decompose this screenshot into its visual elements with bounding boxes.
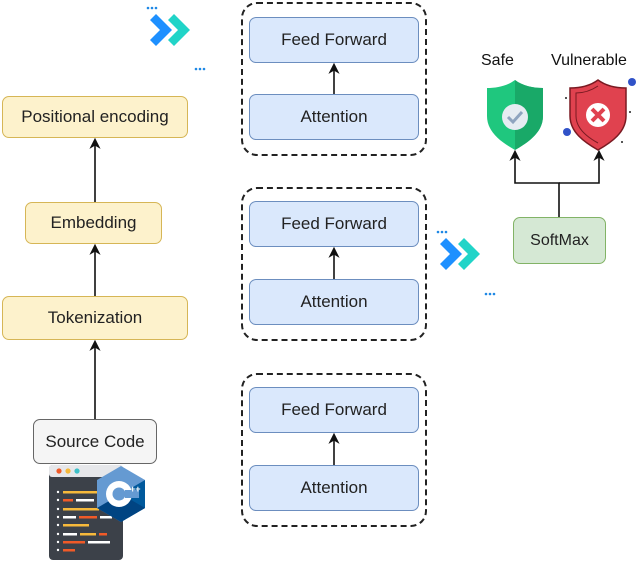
arrow-softmax-to-safe: [509, 149, 560, 217]
arrow-softmax-to-vulnerable: [559, 149, 605, 184]
svg-text:++: ++: [130, 484, 141, 494]
diagram-graphics: ++: [49, 6, 636, 560]
double-chevron-icon: [146, 6, 206, 71]
shield-x-icon: [563, 78, 636, 151]
double-chevron-icon: [436, 230, 496, 296]
shield-check-icon: [487, 80, 543, 150]
